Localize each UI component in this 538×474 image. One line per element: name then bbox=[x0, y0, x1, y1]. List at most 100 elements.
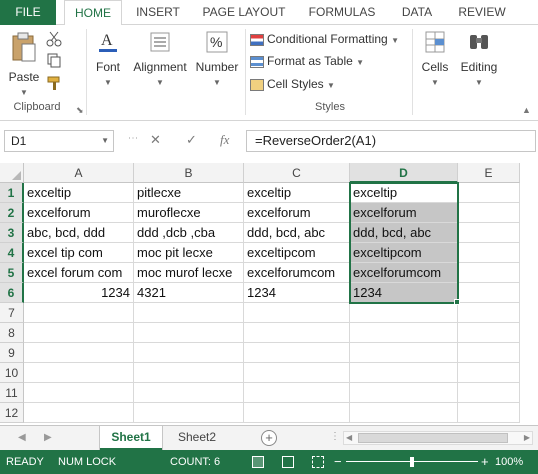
collapse-ribbon-icon[interactable]: ▲ bbox=[522, 105, 531, 115]
cell-d11[interactable] bbox=[350, 383, 458, 403]
cell-a11[interactable] bbox=[24, 383, 134, 403]
chevron-down-icon[interactable]: ▼ bbox=[20, 88, 28, 97]
cell-e3[interactable] bbox=[458, 223, 520, 243]
sheet-tab-sheet1[interactable]: Sheet1 bbox=[100, 426, 162, 450]
row-header-9[interactable]: 9 bbox=[0, 343, 24, 363]
column-header-c[interactable]: C bbox=[244, 163, 350, 183]
cell-a5[interactable]: excel forum com bbox=[24, 263, 134, 283]
formula-input[interactable]: =ReverseOrder2(A1) bbox=[246, 130, 536, 152]
horizontal-scrollbar[interactable]: ◀ ▶ bbox=[343, 431, 533, 445]
cell-a3[interactable]: abc, bcd, ddd bbox=[24, 223, 134, 243]
cell-c5[interactable]: excelforumcom bbox=[244, 263, 350, 283]
cell-e12[interactable] bbox=[458, 403, 520, 423]
cells-button[interactable]: Cells ▼ bbox=[416, 29, 454, 88]
cell-c3[interactable]: ddd, bcd, abc bbox=[244, 223, 350, 243]
tab-page-layout[interactable]: PAGE LAYOUT bbox=[196, 0, 292, 25]
row-header-6[interactable]: 6 bbox=[0, 283, 24, 303]
zoom-slider-thumb[interactable] bbox=[410, 457, 414, 467]
scroll-right-icon[interactable]: ▶ bbox=[524, 432, 530, 444]
cell-c1[interactable]: exceltip bbox=[244, 183, 350, 203]
tab-split-handle[interactable]: ⋮ bbox=[330, 431, 340, 442]
cell-e2[interactable] bbox=[458, 203, 520, 223]
add-sheet-button[interactable]: + bbox=[261, 430, 277, 446]
cell-b12[interactable] bbox=[134, 403, 244, 423]
row-header-11[interactable]: 11 bbox=[0, 383, 24, 403]
cell-e8[interactable] bbox=[458, 323, 520, 343]
cell-d12[interactable] bbox=[350, 403, 458, 423]
scrollbar-thumb[interactable] bbox=[358, 433, 508, 443]
cell-a6[interactable]: 1234 bbox=[24, 283, 134, 303]
insert-function-icon[interactable]: fx bbox=[220, 132, 229, 148]
cell-e1[interactable] bbox=[458, 183, 520, 203]
cell-c12[interactable] bbox=[244, 403, 350, 423]
sheet-tab-sheet2[interactable]: Sheet2 bbox=[166, 426, 228, 450]
page-layout-view-icon[interactable] bbox=[282, 456, 294, 468]
cell-c7[interactable] bbox=[244, 303, 350, 323]
cell-c4[interactable]: exceltipcom bbox=[244, 243, 350, 263]
row-header-4[interactable]: 4 bbox=[0, 243, 24, 263]
tab-home[interactable]: HOME bbox=[64, 0, 122, 26]
alignment-button[interactable]: Alignment ▼ bbox=[130, 29, 190, 88]
zoom-level[interactable]: 100% bbox=[495, 450, 523, 474]
cell-d6[interactable]: 1234 bbox=[350, 283, 458, 303]
cell-c9[interactable] bbox=[244, 343, 350, 363]
cut-icon[interactable] bbox=[46, 31, 62, 50]
cell-b9[interactable] bbox=[134, 343, 244, 363]
cell-d7[interactable] bbox=[350, 303, 458, 323]
cell-b3[interactable]: ddd ,dcb ,cba bbox=[134, 223, 244, 243]
cell-c8[interactable] bbox=[244, 323, 350, 343]
page-break-view-icon[interactable] bbox=[312, 456, 324, 468]
cell-e9[interactable] bbox=[458, 343, 520, 363]
row-header-12[interactable]: 12 bbox=[0, 403, 24, 423]
select-all-button[interactable] bbox=[0, 163, 24, 183]
fill-handle[interactable] bbox=[454, 299, 460, 305]
tab-insert[interactable]: INSERT bbox=[128, 0, 188, 25]
cell-e10[interactable] bbox=[458, 363, 520, 383]
cell-a12[interactable] bbox=[24, 403, 134, 423]
row-header-5[interactable]: 5 bbox=[0, 263, 24, 283]
row-header-1[interactable]: 1 bbox=[0, 183, 24, 203]
cell-e7[interactable] bbox=[458, 303, 520, 323]
cell-styles-button[interactable]: Cell Styles ▼ bbox=[250, 74, 335, 94]
row-header-7[interactable]: 7 bbox=[0, 303, 24, 323]
cell-b1[interactable]: pitlecxe bbox=[134, 183, 244, 203]
cell-a10[interactable] bbox=[24, 363, 134, 383]
enter-icon[interactable]: ✓ bbox=[186, 132, 197, 148]
format-painter-icon[interactable] bbox=[46, 75, 62, 94]
cell-d3[interactable]: ddd, bcd, abc bbox=[350, 223, 458, 243]
cell-d1[interactable]: exceltip bbox=[350, 183, 458, 203]
column-header-a[interactable]: A bbox=[24, 163, 134, 183]
cell-c2[interactable]: excelforum bbox=[244, 203, 350, 223]
format-as-table-button[interactable]: Format as Table ▼ bbox=[250, 51, 364, 71]
cell-e4[interactable] bbox=[458, 243, 520, 263]
cell-b7[interactable] bbox=[134, 303, 244, 323]
cell-a2[interactable]: excelforum bbox=[24, 203, 134, 223]
cell-b11[interactable] bbox=[134, 383, 244, 403]
next-sheet-icon[interactable]: ▶ bbox=[44, 432, 52, 443]
cell-b5[interactable]: moc murof lecxe bbox=[134, 263, 244, 283]
chevron-down-icon[interactable]: ▼ bbox=[101, 131, 109, 151]
cell-b4[interactable]: moc pit lecxe bbox=[134, 243, 244, 263]
cell-a4[interactable]: excel tip com bbox=[24, 243, 134, 263]
conditional-formatting-button[interactable]: Conditional Formatting ▼ bbox=[250, 29, 399, 49]
column-header-d[interactable]: D bbox=[350, 163, 458, 183]
normal-view-icon[interactable] bbox=[252, 456, 264, 468]
cell-a7[interactable] bbox=[24, 303, 134, 323]
cell-b8[interactable] bbox=[134, 323, 244, 343]
cell-d4[interactable]: exceltipcom bbox=[350, 243, 458, 263]
number-button[interactable]: % Number ▼ bbox=[192, 29, 242, 88]
scroll-left-icon[interactable]: ◀ bbox=[346, 432, 352, 444]
cancel-icon[interactable]: ✕ bbox=[150, 132, 161, 148]
cell-c6[interactable]: 1234 bbox=[244, 283, 350, 303]
editing-button[interactable]: Editing ▼ bbox=[456, 29, 502, 88]
cell-e5[interactable] bbox=[458, 263, 520, 283]
dialog-launcher-icon[interactable]: ⬊ bbox=[76, 105, 84, 116]
tab-formulas[interactable]: FORMULAS bbox=[300, 0, 384, 25]
cell-d10[interactable] bbox=[350, 363, 458, 383]
cell-c11[interactable] bbox=[244, 383, 350, 403]
cell-b2[interactable]: muroflecxe bbox=[134, 203, 244, 223]
row-header-8[interactable]: 8 bbox=[0, 323, 24, 343]
tab-file[interactable]: FILE bbox=[0, 0, 56, 25]
column-header-b[interactable]: B bbox=[134, 163, 244, 183]
zoom-out-icon[interactable]: − bbox=[334, 450, 342, 474]
